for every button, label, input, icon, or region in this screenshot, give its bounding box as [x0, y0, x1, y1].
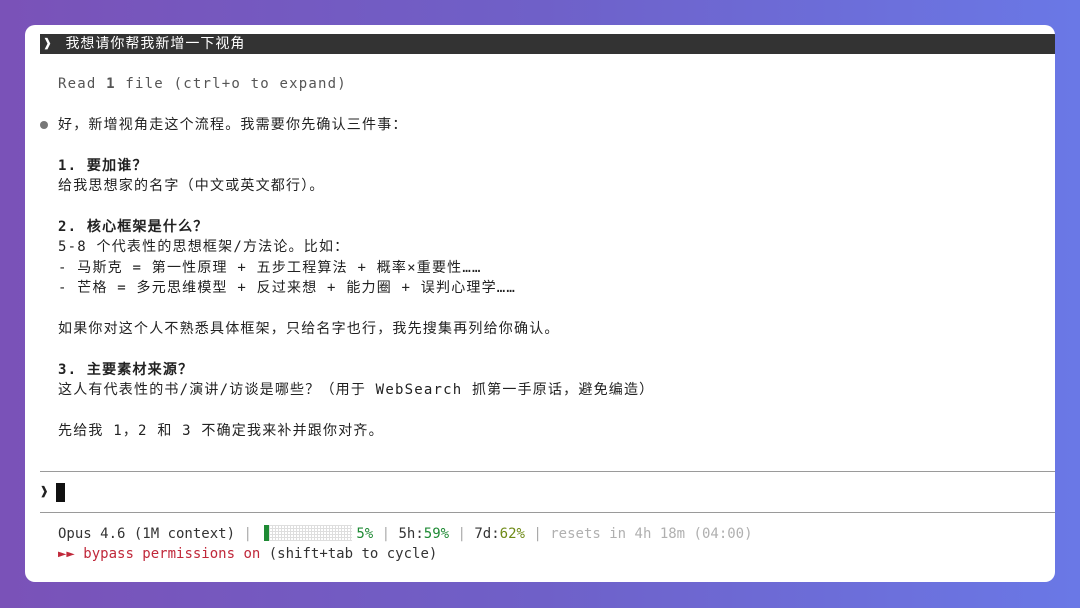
input-top-divider — [40, 471, 1055, 472]
model-name: Opus 4.6 (1M context) — [58, 526, 236, 542]
tool-prefix: Read — [58, 76, 107, 92]
tool-suffix: file (ctrl+o to expand) — [115, 76, 347, 92]
question-2-example-1: - 马斯克 = 第一性原理 + 五步工程算法 + 概率×重要性…… — [58, 260, 482, 276]
permissions-line[interactable]: ►► bypass permissions on (shift+tab to c… — [58, 544, 437, 564]
bypass-arrows-icon: ►► — [58, 546, 84, 562]
status-line: Opus 4.6 (1M context) | 5% | 5h:59% | 7d… — [58, 524, 753, 544]
question-2-body: 5-8 个代表性的思想框架/方法论。比如： — [58, 239, 350, 255]
response-bullet-icon — [40, 121, 48, 129]
tool-file-count: 1 — [106, 76, 116, 92]
resets-text: resets in 4h 18m (04:00) — [550, 526, 753, 542]
status-separator: | — [524, 526, 551, 542]
context-bar-fill — [264, 525, 269, 541]
text-cursor — [56, 482, 66, 502]
question-3-title: 3. 主要素材来源？ — [58, 362, 194, 378]
terminal-window: ❱ 我想请你帮我新增一下视角 Read 1 file (ctrl+o to ex… — [25, 25, 1055, 582]
input-chevron-icon: ❱ — [40, 484, 49, 500]
question-1-body: 给我思想家的名字（中文或英文都行）。 — [58, 178, 325, 194]
question-1-title: 1. 要加谁？ — [58, 158, 148, 174]
status-separator: | — [373, 526, 399, 542]
input-field[interactable]: ❱ — [40, 482, 66, 502]
question-2-title: 2. 核心框架是什么？ — [58, 219, 209, 235]
status-separator: | — [449, 526, 475, 542]
question-3-body: 这人有代表性的书/演讲/访谈是哪些？（用于 WebSearch 抓第一手原话，避… — [58, 382, 655, 398]
seven-day-value: 62% — [499, 526, 525, 542]
question-2-example-2: - 芒格 = 多元思维模型 + 反过来想 + 能力圈 + 误判心理学…… — [58, 280, 517, 296]
context-progress-bar — [264, 525, 353, 541]
user-prompt: ❱ 我想请你帮我新增一下视角 — [40, 34, 1055, 54]
context-bar-track — [268, 525, 353, 541]
seven-day-label: 7d: — [474, 526, 500, 542]
five-hour-value: 59% — [423, 526, 450, 542]
user-prompt-text: 我想请你帮我新增一下视角 — [65, 36, 246, 52]
input-bottom-divider — [40, 512, 1055, 513]
status-separator: | — [235, 526, 261, 542]
permissions-hint: (shift+tab to cycle) — [260, 546, 438, 562]
question-2-note: 如果你对这个人不熟悉具体框架，只给名字也行，我先搜集再列给你确认。 — [58, 321, 560, 337]
response-closing: 先给我 1，2 和 3 不确定我来补并跟你对齐。 — [58, 423, 384, 439]
context-percent: 5% — [356, 526, 374, 542]
prompt-chevron-icon: ❱ — [43, 36, 53, 52]
bypass-permissions-label: bypass permissions on — [83, 546, 261, 562]
five-hour-label: 5h: — [398, 526, 424, 542]
tool-output-line[interactable]: Read 1 file (ctrl+o to expand) — [58, 74, 347, 94]
response-intro: 好，新增视角走这个流程。我需要你先确认三件事： — [58, 117, 408, 133]
